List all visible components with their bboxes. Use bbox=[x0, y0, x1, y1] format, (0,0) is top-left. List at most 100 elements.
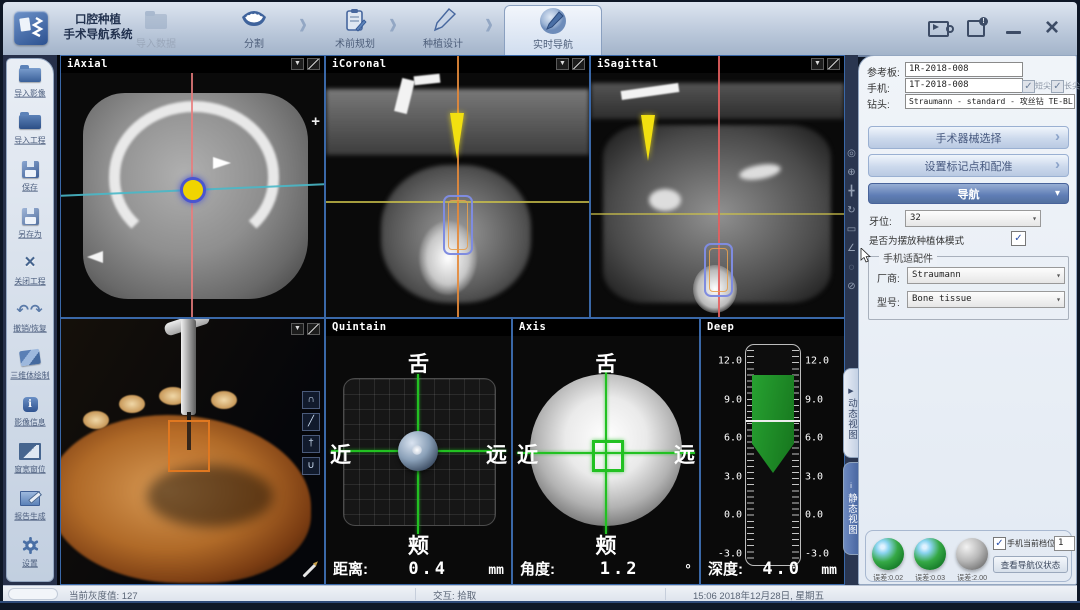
show-restoration-icon[interactable]: ∪ bbox=[302, 457, 320, 475]
gear-checkbox[interactable]: ✓ bbox=[993, 537, 1006, 550]
undo-icon[interactable]: ↶ bbox=[16, 301, 30, 319]
window-bottom-edge bbox=[0, 601, 1080, 610]
bright-spot bbox=[649, 189, 681, 211]
show-implant-icon[interactable]: † bbox=[302, 435, 320, 453]
navigator-status-button[interactable]: 查看导航仪状态 bbox=[993, 556, 1068, 573]
show-teeth-icon[interactable]: ∩ bbox=[302, 391, 320, 409]
coronal-expand-icon[interactable] bbox=[572, 58, 585, 70]
left-sidebar: 导入影像 导入工程 保存 另存为 × 关闭工程 ↶↷ 撤销/恢复 三维体绘制 i… bbox=[6, 58, 54, 582]
ruler-tool-icon[interactable]: ▭ bbox=[847, 224, 856, 235]
target-site-box bbox=[168, 420, 210, 472]
scale-label: 12.0 bbox=[805, 356, 843, 367]
zoom-tool-icon[interactable]: ⊕ bbox=[847, 167, 855, 178]
handpiece-label: 手机: bbox=[867, 80, 890, 95]
implant-mode-checkbox[interactable]: ✓ bbox=[1011, 231, 1026, 246]
error-value: 误差:2.00 bbox=[951, 572, 993, 582]
reference-plate-input[interactable]: 1R-2018-008 bbox=[905, 62, 1023, 77]
minimize-icon[interactable] bbox=[1006, 31, 1021, 34]
model-select[interactable]: Bone tissue ▾ bbox=[907, 291, 1065, 308]
planned-implant-outline bbox=[443, 195, 473, 255]
tab-static-view[interactable]: i 静态视图 bbox=[843, 462, 858, 555]
step-segmentation[interactable]: 分割 bbox=[219, 5, 289, 55]
step-import-data[interactable]: 导入数据 bbox=[121, 5, 191, 55]
target-tool-icon[interactable]: ◎ bbox=[847, 148, 856, 159]
axial-view[interactable]: iAxial ▼ + bbox=[60, 55, 325, 318]
sidebar-item-import-image[interactable]: 导入影像 bbox=[7, 65, 53, 99]
close-icon[interactable]: × bbox=[1045, 14, 1059, 42]
lock-tool-icon[interactable]: ⊘ bbox=[847, 281, 855, 292]
export-notice-icon[interactable]: ! bbox=[967, 20, 985, 37]
long-tip-checkbox[interactable]: ✓长尖端 bbox=[1051, 80, 1080, 93]
sidebar-item-report[interactable]: 报告生成 bbox=[7, 488, 53, 522]
import-data-icon bbox=[121, 5, 191, 35]
direction-distal: 远 bbox=[486, 439, 507, 469]
step-realtime-navigation[interactable]: 实时导航 bbox=[504, 5, 602, 58]
direction-buccal: 颊 bbox=[513, 530, 699, 560]
marker-registration-button[interactable]: 设置标记点和配准 › bbox=[868, 154, 1069, 177]
angle-tool-icon[interactable]: ∠ bbox=[847, 243, 856, 254]
direction-distal: 远 bbox=[674, 439, 695, 469]
step-implant-design[interactable]: 种植设计 bbox=[408, 5, 478, 55]
sidebar-item-image-info[interactable]: i 影像信息 bbox=[7, 394, 53, 428]
rotate-tool-icon[interactable]: ↻ bbox=[847, 205, 855, 216]
deep-header: Deep bbox=[701, 319, 844, 336]
reset-tool-icon[interactable]: ◌ bbox=[849, 262, 855, 273]
coronal-view[interactable]: iCoronal ▼ bbox=[325, 55, 590, 318]
sidebar-item-window-level[interactable]: 窗宽窗位 bbox=[7, 441, 53, 475]
redo-icon[interactable]: ↷ bbox=[30, 301, 44, 319]
sidebar-item-undo-redo[interactable]: ↶↷ 撤销/恢复 bbox=[7, 300, 53, 334]
sagittal-dropdown-icon[interactable]: ▼ bbox=[811, 58, 824, 70]
deep-panel[interactable]: Deep 12.0 9.0 6.0 3.0 0.0 -3.0 12.0 9.0 … bbox=[700, 318, 845, 585]
drill-input[interactable]: Straumann - standard - 攻丝钻 TE-BL - Φ3. bbox=[905, 94, 1075, 109]
gear-input[interactable]: 1 bbox=[1054, 536, 1075, 551]
record-video-icon[interactable] bbox=[928, 21, 949, 37]
sidebar-item-save-as[interactable]: 另存为 bbox=[7, 206, 53, 240]
interaction-status: 交互: 拾取 bbox=[433, 588, 476, 602]
sagittal-view-title: iSagittal bbox=[597, 58, 658, 70]
sagittal-expand-icon[interactable] bbox=[827, 58, 840, 70]
axis-panel[interactable]: Axis 舌 近 远 颊 角度: 1.2 ° bbox=[512, 318, 700, 585]
navigation-section-header[interactable]: 导航 ▾ bbox=[868, 183, 1069, 204]
distance-unit: mm bbox=[488, 563, 504, 578]
sidebar-item-import-project[interactable]: 导入工程 bbox=[7, 112, 53, 146]
tooth-position-select[interactable]: 32 ▾ bbox=[905, 210, 1041, 227]
sidebar-item-close-project[interactable]: × 关闭工程 bbox=[7, 253, 53, 287]
handpiece-tracking-globe-icon bbox=[914, 538, 946, 570]
vendor-select[interactable]: Straumann ▾ bbox=[907, 267, 1065, 284]
sidebar-item-save[interactable]: 保存 bbox=[7, 159, 53, 193]
axial-view-header: iAxial bbox=[61, 56, 324, 73]
instrument-select-button[interactable]: 手术器械选择 › bbox=[868, 126, 1069, 149]
dental-arch bbox=[109, 101, 279, 251]
pan-tool-icon[interactable]: ╋ bbox=[848, 186, 854, 197]
show-drill-icon[interactable]: ╱ bbox=[302, 413, 320, 431]
depth-gauge bbox=[745, 344, 801, 566]
step-chevron-icon: › bbox=[485, 5, 493, 43]
tab-dynamic-view[interactable]: ▶ 动态视图 bbox=[843, 368, 858, 458]
threed-expand-icon[interactable] bbox=[307, 323, 320, 335]
sidebar-item-volume-render[interactable]: 三维体绘制 bbox=[7, 347, 53, 381]
handpiece-input[interactable]: 1T-2018-008 bbox=[905, 78, 1023, 93]
sidebar-item-settings[interactable]: 设置 bbox=[7, 535, 53, 569]
step-preop-planning[interactable]: 术前规划 bbox=[320, 5, 390, 55]
direction-buccal: 颊 bbox=[326, 530, 511, 560]
axial-view-content[interactable]: + bbox=[61, 73, 324, 317]
planned-implant-outline bbox=[704, 243, 733, 297]
quintain-panel[interactable]: Quintain 舌 近 远 颊 距离: 0.4 mm bbox=[325, 318, 512, 585]
adapter-group bbox=[868, 256, 1069, 320]
threed-dropdown-icon[interactable]: ▼ bbox=[291, 323, 304, 335]
window-level-icon bbox=[7, 441, 53, 461]
drill-indicator-arrow bbox=[450, 113, 464, 159]
depth-readout: 深度: 4.0 mm bbox=[708, 558, 837, 579]
depth-unit: mm bbox=[821, 563, 837, 578]
plus-icon[interactable]: + bbox=[311, 113, 320, 130]
coronal-dropdown-icon[interactable]: ▼ bbox=[556, 58, 569, 70]
depth-label: 深度: bbox=[708, 558, 743, 579]
axial-expand-icon[interactable] bbox=[307, 58, 320, 70]
chevron-right-icon: › bbox=[1055, 128, 1060, 145]
implant-design-icon bbox=[408, 5, 478, 35]
scale-label: 3.0 bbox=[805, 471, 843, 482]
sagittal-view[interactable]: iSagittal ▼ bbox=[590, 55, 845, 318]
save-icon bbox=[7, 159, 53, 179]
axial-dropdown-icon[interactable]: ▼ bbox=[291, 58, 304, 70]
threed-view[interactable]: ▼ ∩ ╱ † ∪ bbox=[60, 318, 325, 585]
